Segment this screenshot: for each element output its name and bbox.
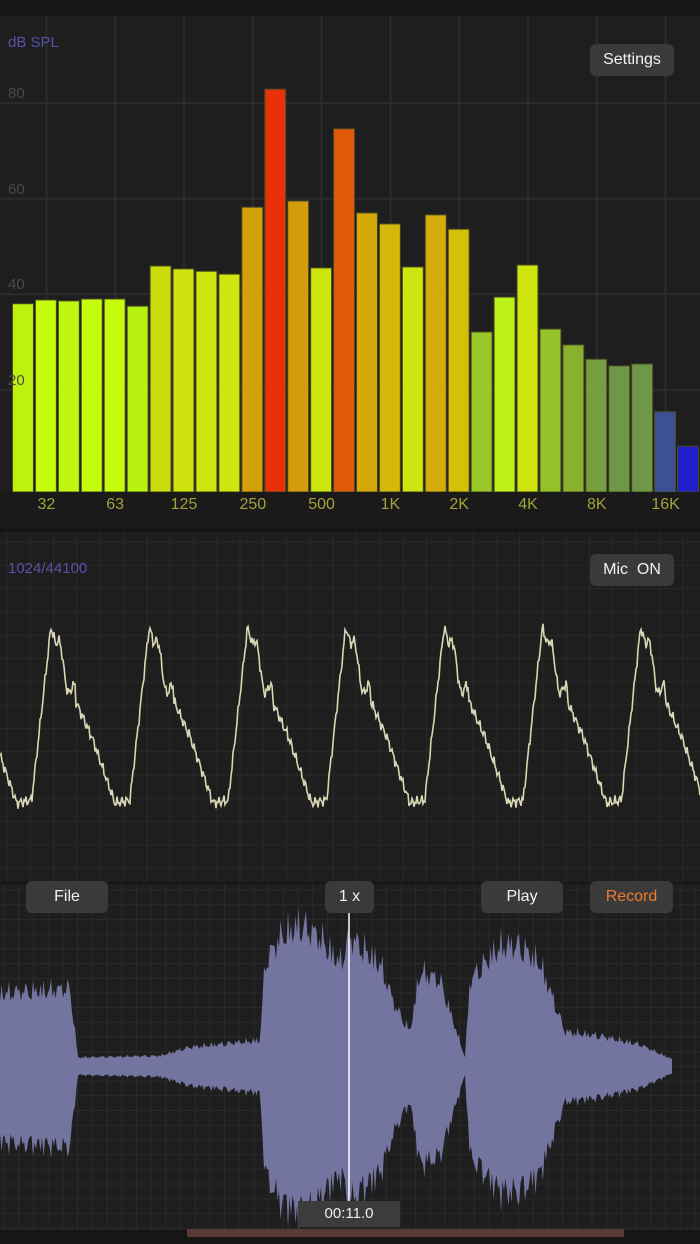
settings-button[interactable]: Settings bbox=[590, 44, 674, 76]
spectrum-bar bbox=[470, 331, 493, 493]
scope-trace-line bbox=[0, 623, 700, 809]
spectrum-bar bbox=[539, 328, 562, 493]
spectrum-bar bbox=[356, 212, 378, 493]
spectrum-bar bbox=[172, 268, 195, 493]
file-button[interactable]: File bbox=[26, 881, 108, 913]
buffer-info-label: 1024/44100 bbox=[8, 560, 88, 577]
mic-toggle-button[interactable]: Mic ON bbox=[590, 554, 674, 586]
recording-waveform[interactable] bbox=[0, 884, 700, 1230]
spectrum-bar bbox=[608, 365, 631, 493]
spectrum-bar bbox=[631, 363, 654, 493]
spectrum-bar bbox=[424, 214, 447, 493]
spectrum-bar bbox=[126, 305, 149, 493]
spectrum-bar bbox=[218, 273, 241, 493]
x-tick-label: 4K bbox=[518, 496, 538, 513]
spectrum-bar bbox=[447, 228, 470, 493]
y-tick-label: 40 bbox=[8, 276, 25, 294]
spectrum-bar bbox=[333, 128, 356, 493]
x-tick-label: 2K bbox=[449, 496, 469, 513]
spectrum-bar bbox=[12, 303, 34, 493]
spectrum-bar bbox=[241, 206, 264, 493]
recording-waveform-panel: File 1 x Play Record bbox=[0, 881, 700, 1230]
oscilloscope-panel: 1024/44100 Mic ON bbox=[0, 532, 700, 882]
spectrum-bar bbox=[401, 266, 424, 493]
x-tick-label: 16K bbox=[651, 496, 680, 513]
playback-speed-button[interactable]: 1 x bbox=[325, 881, 374, 913]
spectrum-chart bbox=[0, 16, 700, 528]
x-tick-label: 1K bbox=[380, 496, 401, 513]
x-tick-label: 125 bbox=[170, 496, 198, 513]
scrub-bar[interactable] bbox=[187, 1229, 624, 1237]
spectrum-bar bbox=[287, 200, 310, 493]
spectrum-bar bbox=[149, 265, 172, 493]
record-button[interactable]: Record bbox=[590, 881, 673, 913]
spectrum-panel: dB SPL Settings 80 60 40 20 32 63 125 250 500 1K… bbox=[0, 16, 700, 528]
x-tick-label: 500 bbox=[308, 496, 335, 513]
spectrum-bar bbox=[677, 445, 699, 493]
y-tick-label: 20 bbox=[8, 371, 25, 389]
x-tick-label: 8K bbox=[587, 496, 607, 513]
playhead-time: 00:11.0 bbox=[298, 1201, 400, 1227]
spectrum-bar bbox=[378, 223, 401, 493]
spectrum-bar bbox=[195, 270, 218, 493]
spectrum-bar bbox=[34, 299, 57, 493]
unit-label: dB SPL bbox=[8, 34, 59, 51]
x-tick-label: 250 bbox=[239, 496, 267, 513]
waveform-shape bbox=[0, 907, 672, 1230]
y-tick-label: 80 bbox=[8, 85, 25, 102]
y-tick-label: 60 bbox=[8, 180, 25, 198]
spectrum-bar bbox=[516, 264, 539, 493]
spectrum-bar bbox=[562, 344, 585, 493]
spectrum-bar bbox=[103, 298, 126, 493]
spectrum-bar bbox=[80, 298, 103, 493]
spectrum-bar bbox=[57, 300, 80, 493]
spectrum-bar bbox=[493, 296, 516, 493]
spectrum-bar bbox=[310, 267, 333, 493]
x-tick-label: 63 bbox=[106, 496, 125, 513]
spectrum-bar bbox=[264, 88, 287, 493]
play-button[interactable]: Play bbox=[481, 881, 563, 913]
x-tick-label: 32 bbox=[37, 496, 56, 513]
spectrum-bar bbox=[585, 358, 608, 493]
spectrum-bar bbox=[654, 411, 677, 493]
